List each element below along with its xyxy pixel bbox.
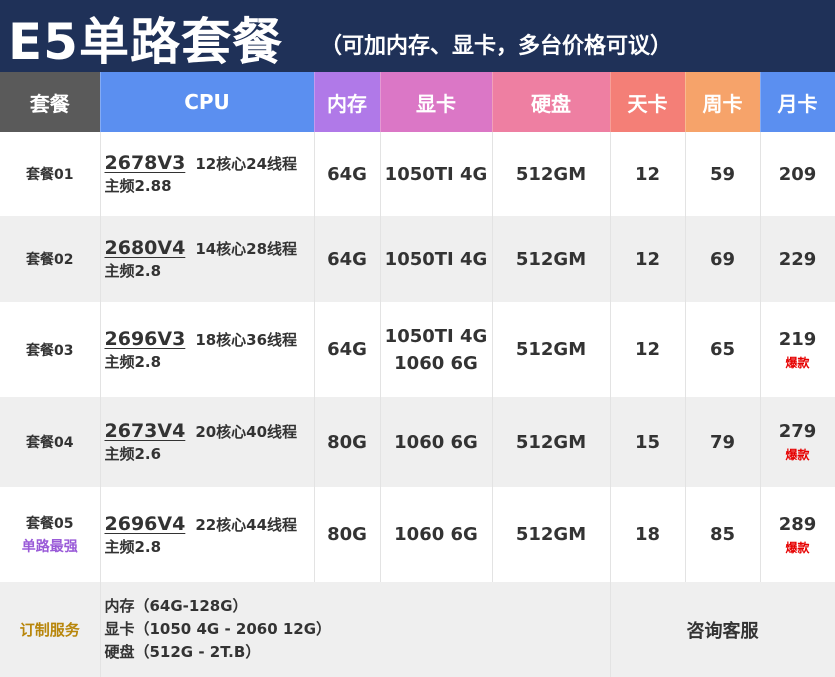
header-cpu: CPU — [100, 72, 315, 132]
featured-label: 单路最强 — [21, 539, 78, 555]
month-price: 219 爆款 — [760, 302, 835, 397]
memory-cell: 80G — [314, 487, 381, 582]
gpu-option: 1050TI 4G — [384, 163, 488, 185]
custom-spec-cell: 内存（64G-128G） 显卡（1050 4G - 2060 12G） 硬盘（5… — [100, 582, 611, 677]
contact-support-button[interactable]: 咨询客服 — [610, 582, 835, 677]
cpu-cores: 14核心28线程 — [195, 240, 298, 258]
cpu-cell: 2673V4 20核心40线程 主频2.6 — [100, 397, 315, 487]
cpu-frequency: 主频2.8 — [104, 537, 162, 556]
cpu-model: 2696V4 — [104, 512, 186, 535]
hot-badge: 爆款 — [785, 540, 810, 555]
week-price: 85 — [685, 487, 761, 582]
gpu-cell: 1050TI 4G — [380, 216, 493, 302]
hot-badge: 爆款 — [785, 448, 810, 462]
cpu-model: 2678V3 — [104, 152, 186, 174]
gpu-option: 1050TI 4G — [384, 325, 488, 347]
cpu-frequency: 主频2.6 — [104, 445, 162, 463]
day-price: 15 — [610, 397, 686, 487]
header-package: 套餐 — [0, 72, 101, 132]
package-name: 套餐04 — [0, 397, 101, 487]
day-price: 12 — [610, 132, 686, 216]
gpu-cell: 1060 6G — [380, 487, 493, 582]
custom-spec-disk: 硬盘（512G - 2T.B） — [104, 643, 261, 661]
day-price: 12 — [610, 216, 686, 302]
disk-cell: 512GM — [492, 132, 611, 216]
header-gpu: 显卡 — [380, 72, 493, 132]
cpu-cell: 2680V4 14核心28线程 主频2.8 — [100, 216, 315, 302]
gpu-cell: 1050TI 4G 1060 6G — [380, 302, 493, 397]
custom-spec-memory: 内存（64G-128G） — [104, 597, 248, 615]
cpu-frequency: 主频2.8 — [104, 262, 162, 280]
cpu-cores: 18核心36线程 — [195, 330, 298, 349]
cpu-cell: 2678V3 12核心24线程 主频2.88 — [100, 132, 315, 216]
table-row: 套餐01 2678V3 12核心24线程 主频2.88 64G 1050TI 4G… — [0, 132, 835, 216]
custom-spec-gpu: 显卡（1050 4G - 2060 12G） — [104, 620, 332, 638]
package-name: 套餐02 — [0, 216, 101, 302]
banner-note: （可加内存、显卡，多台价格可议） — [320, 34, 673, 59]
package-table: 套餐 CPU 内存 显卡 硬盘 天卡 周卡 月卡 套餐01 2678V3 12核心… — [0, 72, 835, 677]
memory-cell: 64G — [314, 132, 381, 216]
header-memory: 内存 — [314, 72, 381, 132]
cpu-cell: 2696V4 22核心44线程 主频2.8 — [100, 487, 315, 582]
month-price-value: 289 — [778, 513, 817, 535]
cpu-model: 2680V4 — [104, 237, 186, 259]
memory-cell: 64G — [314, 302, 381, 397]
header-disk: 硬盘 — [492, 72, 611, 132]
page-title: E5单路套餐 — [8, 13, 283, 71]
gpu-cell: 1060 6G — [380, 397, 493, 487]
header-month: 月卡 — [760, 72, 835, 132]
package-name: 套餐03 — [0, 302, 101, 397]
month-price: 209 — [760, 132, 835, 216]
disk-cell: 512GM — [492, 397, 611, 487]
gpu-option: 1060 6G — [394, 352, 478, 374]
month-price: 229 — [760, 216, 835, 302]
table-row: 套餐04 2673V4 20核心40线程 主频2.6 80G 1060 6G 51… — [0, 397, 835, 487]
table-row: 套餐05 单路最强 2696V4 22核心44线程 主频2.8 80G 1060 … — [0, 487, 835, 582]
month-price: 279 爆款 — [760, 397, 835, 487]
gpu-option: 1050TI 4G — [384, 248, 488, 270]
month-price-value: 279 — [778, 421, 817, 442]
week-price: 69 — [685, 216, 761, 302]
banner: E5单路套餐 （可加内存、显卡，多台价格可议） — [0, 0, 835, 72]
table-header-row: 套餐 CPU 内存 显卡 硬盘 天卡 周卡 月卡 — [0, 72, 835, 132]
day-price: 18 — [610, 487, 686, 582]
day-price: 12 — [610, 302, 686, 397]
custom-service-row: 订制服务 内存（64G-128G） 显卡（1050 4G - 2060 12G）… — [0, 582, 835, 677]
memory-cell: 64G — [314, 216, 381, 302]
custom-service-label: 订制服务 — [0, 582, 101, 677]
disk-cell: 512GM — [492, 302, 611, 397]
disk-cell: 512GM — [492, 216, 611, 302]
package-name: 套餐01 — [0, 132, 101, 216]
cpu-cores: 12核心24线程 — [195, 155, 298, 173]
gpu-cell: 1050TI 4G — [380, 132, 493, 216]
package-name-cell: 套餐05 单路最强 — [0, 487, 101, 582]
cpu-cell: 2696V3 18核心36线程 主频2.8 — [100, 302, 315, 397]
package-name: 套餐05 — [26, 516, 74, 532]
week-price: 79 — [685, 397, 761, 487]
cpu-model: 2696V3 — [104, 327, 186, 350]
table-row: 套餐03 2696V3 18核心36线程 主频2.8 64G 1050TI 4G … — [0, 302, 835, 397]
week-price: 59 — [685, 132, 761, 216]
cpu-cores: 22核心44线程 — [195, 515, 298, 534]
cpu-frequency: 主频2.88 — [104, 177, 172, 195]
header-week: 周卡 — [685, 72, 761, 132]
gpu-option: 1060 6G — [394, 524, 478, 545]
cpu-frequency: 主频2.8 — [104, 352, 162, 371]
table-row: 套餐02 2680V4 14核心28线程 主频2.8 64G 1050TI 4G … — [0, 216, 835, 302]
week-price: 65 — [685, 302, 761, 397]
gpu-option: 1060 6G — [394, 431, 478, 453]
cpu-model: 2673V4 — [104, 420, 186, 442]
month-price: 289 爆款 — [760, 487, 835, 582]
hot-badge: 爆款 — [785, 355, 810, 370]
disk-cell: 512GM — [492, 487, 611, 582]
cpu-cores: 20核心40线程 — [195, 423, 298, 441]
header-day: 天卡 — [610, 72, 686, 132]
month-price-value: 219 — [778, 328, 817, 350]
memory-cell: 80G — [314, 397, 381, 487]
